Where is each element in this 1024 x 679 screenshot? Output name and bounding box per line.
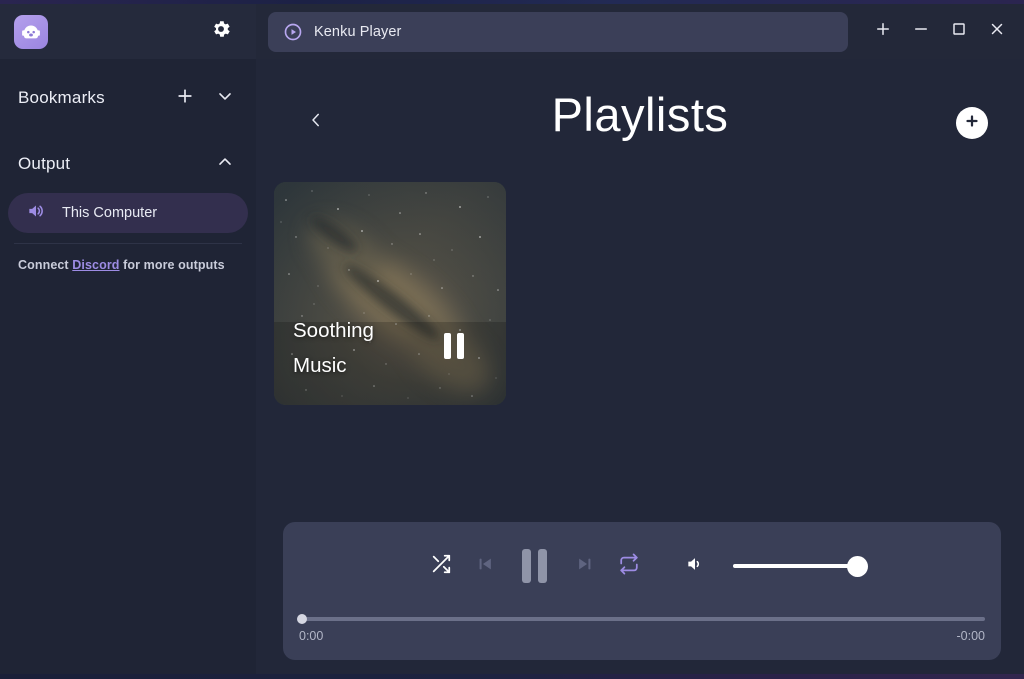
maximize-icon — [951, 21, 967, 42]
sidebar-section-bookmarks: Bookmarks — [0, 75, 256, 121]
playlist-title-line-2: Music — [293, 349, 423, 383]
pause-icon — [522, 549, 547, 583]
speaker-volume-icon — [26, 201, 46, 226]
title-bar: Kenku Player — [0, 4, 1024, 59]
volume-track — [733, 564, 866, 568]
discord-link[interactable]: Discord — [72, 258, 119, 272]
collapse-output-button[interactable] — [212, 151, 238, 177]
repeat-button[interactable] — [607, 544, 651, 588]
time-labels: 0:00 -0:00 — [299, 629, 985, 643]
chevron-down-icon — [215, 86, 235, 111]
kenku-fm-window: Kenku Player — [0, 0, 1024, 679]
playlist-card-soothing-music[interactable]: Soothing Music — [274, 182, 506, 405]
remaining-time: -0:00 — [957, 629, 986, 643]
minimize-icon — [912, 20, 930, 43]
connect-prefix: Connect — [18, 258, 72, 272]
chevron-up-icon — [215, 152, 235, 177]
sidebar-spacer — [0, 121, 256, 141]
title-bar-left-section — [0, 4, 256, 59]
sidebar-item-label: This Computer — [62, 205, 157, 221]
add-playlist-button[interactable] — [956, 107, 988, 139]
page-title: Playlists — [256, 87, 1024, 142]
next-button[interactable] — [563, 544, 607, 588]
add-bookmark-button[interactable] — [172, 85, 198, 111]
previous-button[interactable] — [463, 544, 507, 588]
progress-thumb[interactable] — [297, 614, 307, 624]
back-button[interactable] — [301, 107, 331, 137]
player-bar: 0:00 -0:00 — [283, 522, 1001, 660]
tab-label: Kenku Player — [314, 24, 401, 40]
elapsed-time: 0:00 — [299, 629, 323, 643]
maximize-button[interactable] — [940, 12, 978, 52]
minimize-button[interactable] — [902, 12, 940, 52]
player-transport-controls — [283, 522, 1001, 610]
desktop-background-strip-bottom — [0, 674, 1024, 679]
collapse-bookmarks-button[interactable] — [212, 85, 238, 111]
gear-icon — [210, 18, 232, 45]
new-tab-button[interactable] — [864, 12, 902, 52]
volume-control — [673, 544, 866, 588]
close-icon — [988, 20, 1006, 43]
plus-icon — [874, 20, 892, 43]
speaker-volume-icon — [685, 554, 705, 579]
bookmarks-title: Bookmarks — [18, 88, 105, 108]
sidebar-section-output: Output — [0, 141, 256, 187]
skip-back-icon — [475, 554, 495, 579]
plus-circle-icon — [963, 112, 981, 135]
volume-slider[interactable] — [733, 556, 866, 576]
output-actions — [212, 151, 238, 177]
play-circle-icon — [284, 23, 302, 41]
kenku-dog-headphones-icon — [14, 15, 48, 49]
title-bar-right-section: Kenku Player — [256, 4, 1024, 59]
bookmarks-actions — [172, 85, 238, 111]
pause-icon — [444, 333, 464, 359]
progress-slider[interactable] — [299, 617, 985, 621]
output-title: Output — [18, 154, 70, 174]
playlist-title-line-1: Soothing — [293, 314, 423, 348]
skip-forward-icon — [575, 554, 595, 579]
main-content: Playlists — [256, 59, 1024, 674]
repeat-icon — [618, 553, 640, 580]
plus-icon — [175, 86, 195, 111]
page-header: Playlists — [256, 59, 1024, 149]
playlist-grid: Soothing Music — [256, 149, 1024, 405]
chevron-left-icon — [307, 111, 325, 134]
settings-button[interactable] — [206, 17, 236, 47]
shuffle-button[interactable] — [419, 544, 463, 588]
shuffle-icon — [430, 553, 452, 580]
sidebar-item-this-computer[interactable]: This Computer — [8, 193, 248, 233]
playlist-card-title: Soothing Music — [293, 314, 423, 383]
close-button[interactable] — [978, 12, 1016, 52]
mute-button[interactable] — [673, 544, 717, 588]
tab-kenku-player[interactable]: Kenku Player — [268, 12, 848, 52]
playback-progress: 0:00 -0:00 — [299, 617, 985, 643]
play-pause-button[interactable] — [507, 544, 563, 588]
sidebar: Bookmarks — [0, 59, 256, 674]
connect-suffix: for more outputs — [120, 258, 225, 272]
connect-discord-hint: Connect Discord for more outputs — [0, 244, 256, 272]
window-controls — [864, 12, 1016, 52]
volume-thumb[interactable] — [847, 556, 868, 577]
